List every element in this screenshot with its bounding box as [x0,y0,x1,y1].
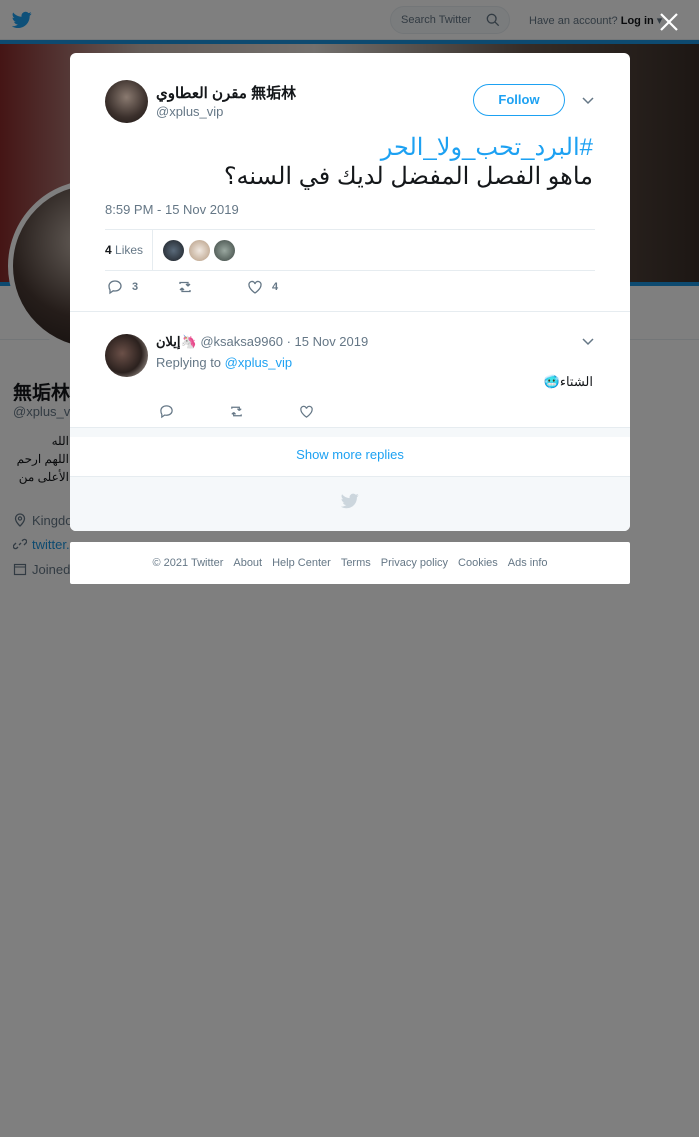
heart-icon [248,280,262,294]
reply-button[interactable]: 3 [107,279,138,295]
tweet-actions: 3 4 [105,279,595,299]
author-handle[interactable]: @xplus_vip [156,104,223,119]
likes-label: Likes [115,243,144,257]
close-icon[interactable] [658,11,680,33]
retweet-icon [179,281,191,293]
like-button[interactable]: 4 [247,279,278,295]
footer-link-cookies[interactable]: Cookies [458,557,498,569]
tweet-timestamp[interactable]: 8:59 PM - 15 Nov 2019 [105,202,239,217]
retweet-button[interactable] [177,279,202,295]
replying-to-link[interactable]: @xplus_vip [225,355,292,370]
follow-button[interactable]: Follow [473,84,565,116]
tweet-modal: مقرن العطاوي 無垢林 @xplus_vip Follow #البر… [70,53,630,531]
reply-icon[interactable] [159,404,174,419]
footer-links: © 2021 Twitter About Help Center Terms P… [70,542,630,584]
author-avatar[interactable] [105,80,148,123]
heart-icon[interactable] [299,404,314,419]
replies-separator [70,427,630,437]
thread-divider [70,311,630,312]
tweet-text: #البرد_تحب_ولا_الحر ماهو الفصل المفضل لد… [113,133,593,191]
likes-count[interactable]: 4 Likes [105,243,143,257]
reply-actions [159,404,359,420]
reply-icon [108,280,122,295]
reply-author-avatar[interactable] [105,334,148,377]
show-more-replies-button[interactable]: Show more replies [70,437,630,477]
footer-link-terms[interactable]: Terms [341,557,371,569]
tweet-body: ماهو الفصل المفضل لديك في السنه؟ [223,163,593,190]
like-count: 4 [272,281,279,293]
twitter-bird-icon [341,493,359,509]
tweet-stats: 4 Likes [105,229,595,271]
liker-avatar[interactable] [214,240,235,261]
liker-avatar[interactable] [189,240,210,261]
copyright-text: © 2021 Twitter [152,557,224,569]
reply-date[interactable]: · 15 Nov 2019 [287,334,369,349]
author-name[interactable]: مقرن العطاوي 無垢林 [156,82,296,103]
liker-avatar[interactable] [163,240,184,261]
replying-to: Replying to @xplus_vip [156,355,292,370]
likes-number: 4 [105,243,112,257]
chevron-down-icon[interactable] [581,94,595,108]
footer-link-ads-info[interactable]: Ads info [508,557,548,569]
footer-link-privacy[interactable]: Privacy policy [381,557,448,569]
retweet-icon[interactable] [229,404,244,419]
reply-author-name[interactable]: إيلان🦄 [156,334,197,349]
reply-count: 3 [132,281,139,293]
reply-tweet[interactable]: إيلان🦄 @ksaksa9960 · 15 Nov 2019 Replyin… [70,323,630,427]
footer-link-about[interactable]: About [233,557,262,569]
tweet-hashtag[interactable]: #البرد_تحب_ولا_الحر [113,133,593,162]
footer-link-help-center[interactable]: Help Center [272,557,331,569]
replying-prefix: Replying to [156,355,222,370]
reply-header: إيلان🦄 @ksaksa9960 · 15 Nov 2019 [156,334,368,350]
chevron-down-icon[interactable] [581,335,595,349]
reply-text: الشتاء🥶 [543,374,593,389]
reply-author-handle[interactable]: @ksaksa9960 [200,334,283,349]
stats-divider [152,230,153,270]
modal-footer [70,477,630,531]
